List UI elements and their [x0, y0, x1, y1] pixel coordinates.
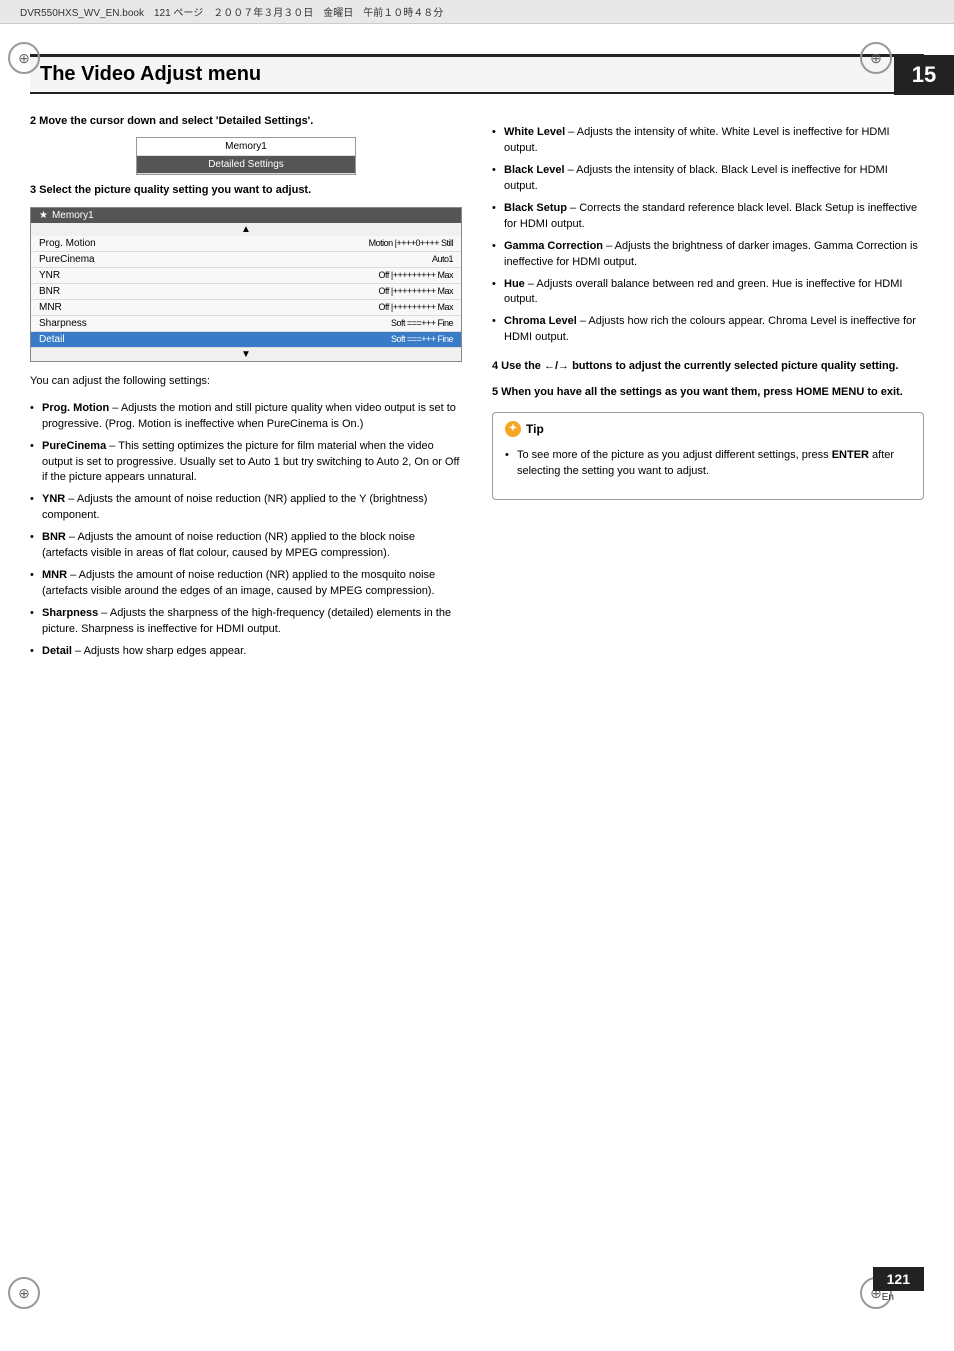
list-item: Gamma Correction – Adjusts the brightnes…	[492, 236, 924, 274]
bullet-term: Prog. Motion	[42, 402, 109, 414]
panel-arrow-up: ▲	[31, 223, 461, 236]
step5-instruction: 5 When you have all the settings as you …	[492, 385, 924, 400]
list-item: White Level – Adjusts the intensity of w…	[492, 122, 924, 160]
left-bullet-list: Prog. Motion – Adjusts the motion and st…	[30, 398, 462, 663]
main-content: The Video Adjust menu 2 Move the cursor …	[0, 34, 954, 691]
panel-row: Prog. Motion Motion |++++0++++ Still	[31, 236, 461, 252]
two-column-layout: 2 Move the cursor down and select 'Detai…	[30, 114, 924, 671]
tip-bullets: To see more of the picture as you adjust…	[505, 445, 911, 483]
panel-rows: Prog. Motion Motion |++++0++++ Still PureC…	[31, 236, 461, 348]
bullet-term: Black Setup	[504, 202, 567, 214]
row-label: PureCinema	[39, 254, 109, 265]
list-item: Chroma Level – Adjusts how rich the colo…	[492, 311, 924, 349]
tip-bullet-text: To see more of the picture as you adjust…	[517, 449, 894, 477]
panel-row: MNR Off |+++++++++ Max	[31, 300, 461, 316]
list-item: Black Setup – Corrects the standard refe…	[492, 198, 924, 236]
enter-text: ENTER	[832, 449, 869, 461]
row-value: Off |+++++++++ Max	[379, 286, 453, 296]
bullet-term: Sharpness	[42, 607, 98, 619]
row-label: BNR	[39, 286, 109, 297]
body-text: You can adjust the following settings:	[30, 374, 462, 390]
panel-row: BNR Off |+++++++++ Max	[31, 284, 461, 300]
page-number-badge: 121	[873, 1267, 924, 1291]
bullet-term: Hue	[504, 278, 525, 290]
row-value: Soft ===+++ Fine	[391, 318, 453, 328]
panel-row: Sharpness Soft ===+++ Fine	[31, 316, 461, 332]
bullet-term: Gamma Correction	[504, 240, 603, 252]
step4-instruction: 4 Use the ←/→ buttons to adjust the curr…	[492, 359, 924, 374]
bullet-text: – Adjusts the amount of noise reduction …	[42, 531, 415, 559]
row-label: MNR	[39, 302, 109, 313]
list-item: Detail – Adjusts how sharp edges appear.	[30, 641, 462, 663]
menu-item-memory1: Memory1	[137, 138, 355, 156]
deco-circle-tl: ⊕	[8, 42, 40, 74]
list-item: MNR – Adjusts the amount of noise reduct…	[30, 565, 462, 603]
step4-text: 4 Use the ←/→ buttons to adjust the curr…	[492, 360, 898, 372]
row-value: Motion |++++0++++ Still	[369, 238, 453, 248]
header-filepath: DVR550HXS_WV_EN.book 121 ページ ２００７年３月３０日 …	[20, 8, 443, 19]
bullet-term: White Level	[504, 126, 565, 138]
list-item: Prog. Motion – Adjusts the motion and st…	[30, 398, 462, 436]
chapter-badge: 15	[894, 55, 954, 95]
tip-icon: ✦	[505, 421, 521, 437]
bullet-term: Black Level	[504, 164, 565, 176]
row-value: Soft ===+++ Fine	[391, 334, 453, 344]
bullet-term: BNR	[42, 531, 66, 543]
left-column: 2 Move the cursor down and select 'Detai…	[30, 114, 462, 671]
bullet-text: – Adjusts the amount of noise reduction …	[42, 493, 427, 521]
bullet-text: – Adjusts the sharpness of the high-freq…	[42, 607, 451, 635]
page: DVR550HXS_WV_EN.book 121 ページ ２００７年３月３０日 …	[0, 0, 954, 1351]
list-item: Black Level – Adjusts the intensity of b…	[492, 160, 924, 198]
bullet-term: MNR	[42, 569, 67, 581]
list-item: To see more of the picture as you adjust…	[505, 445, 911, 483]
bullet-term: PureCinema	[42, 440, 106, 452]
row-value: Off |+++++++++ Max	[379, 270, 453, 280]
menu-item-detailed-settings: Detailed Settings	[137, 156, 355, 174]
bullet-term: Detail	[42, 645, 72, 657]
row-label: Sharpness	[39, 318, 109, 329]
list-item: PureCinema – This setting optimizes the …	[30, 436, 462, 490]
page-number-sub: En	[882, 1292, 894, 1303]
panel-icon: ★	[39, 210, 48, 221]
bullet-term: YNR	[42, 493, 65, 505]
list-item: Sharpness – Adjusts the sharpness of the…	[30, 603, 462, 641]
bullet-text: – Adjusts the amount of noise reduction …	[42, 569, 435, 597]
panel-row: Detail Soft ===+++ Fine	[31, 332, 461, 348]
step2-menu: Memory1 Detailed Settings	[136, 137, 356, 175]
deco-circle-tr: ⊕	[860, 42, 892, 74]
header-bar: DVR550HXS_WV_EN.book 121 ページ ２００７年３月３０日 …	[0, 0, 954, 24]
row-value: Off |+++++++++ Max	[379, 302, 453, 312]
panel-title-text: Memory1	[52, 210, 94, 221]
deco-circle-bl: ⊕	[8, 1277, 40, 1309]
step2-heading: 2 Move the cursor down and select 'Detai…	[30, 114, 462, 129]
tip-title: ✦ Tip	[505, 421, 911, 437]
list-item: YNR – Adjusts the amount of noise reduct…	[30, 489, 462, 527]
step5-text: 5 When you have all the settings as you …	[492, 386, 903, 398]
panel-row: PureCinema Auto1	[31, 252, 461, 268]
bullet-text: – Adjusts how sharp edges appear.	[72, 645, 246, 657]
panel-row: YNR Off |+++++++++ Max	[31, 268, 461, 284]
row-label: Prog. Motion	[39, 238, 109, 249]
memory-panel: ★ Memory1 ▲ Prog. Motion Motion |++++0+++…	[30, 207, 462, 362]
row-label: Detail	[39, 334, 109, 345]
tip-title-text: Tip	[526, 422, 544, 436]
right-column: White Level – Adjusts the intensity of w…	[492, 114, 924, 671]
bullet-text: – Adjusts overall balance between red an…	[504, 278, 902, 306]
list-item: BNR – Adjusts the amount of noise reduct…	[30, 527, 462, 565]
panel-arrow-down: ▼	[31, 348, 461, 361]
bullet-term: Chroma Level	[504, 315, 577, 327]
step3-heading: 3 Select the picture quality setting you…	[30, 183, 462, 198]
row-value: Auto1	[432, 254, 453, 264]
panel-title: ★ Memory1	[31, 208, 461, 223]
home-menu-text: HOME MENU	[796, 386, 864, 398]
list-item: Hue – Adjusts overall balance between re…	[492, 274, 924, 312]
row-label: YNR	[39, 270, 109, 281]
right-bullet-list: White Level – Adjusts the intensity of w…	[492, 122, 924, 349]
chapter-number: 15	[912, 62, 936, 88]
page-title: The Video Adjust menu	[30, 54, 924, 94]
tip-box: ✦ Tip To see more of the picture as you …	[492, 412, 924, 500]
